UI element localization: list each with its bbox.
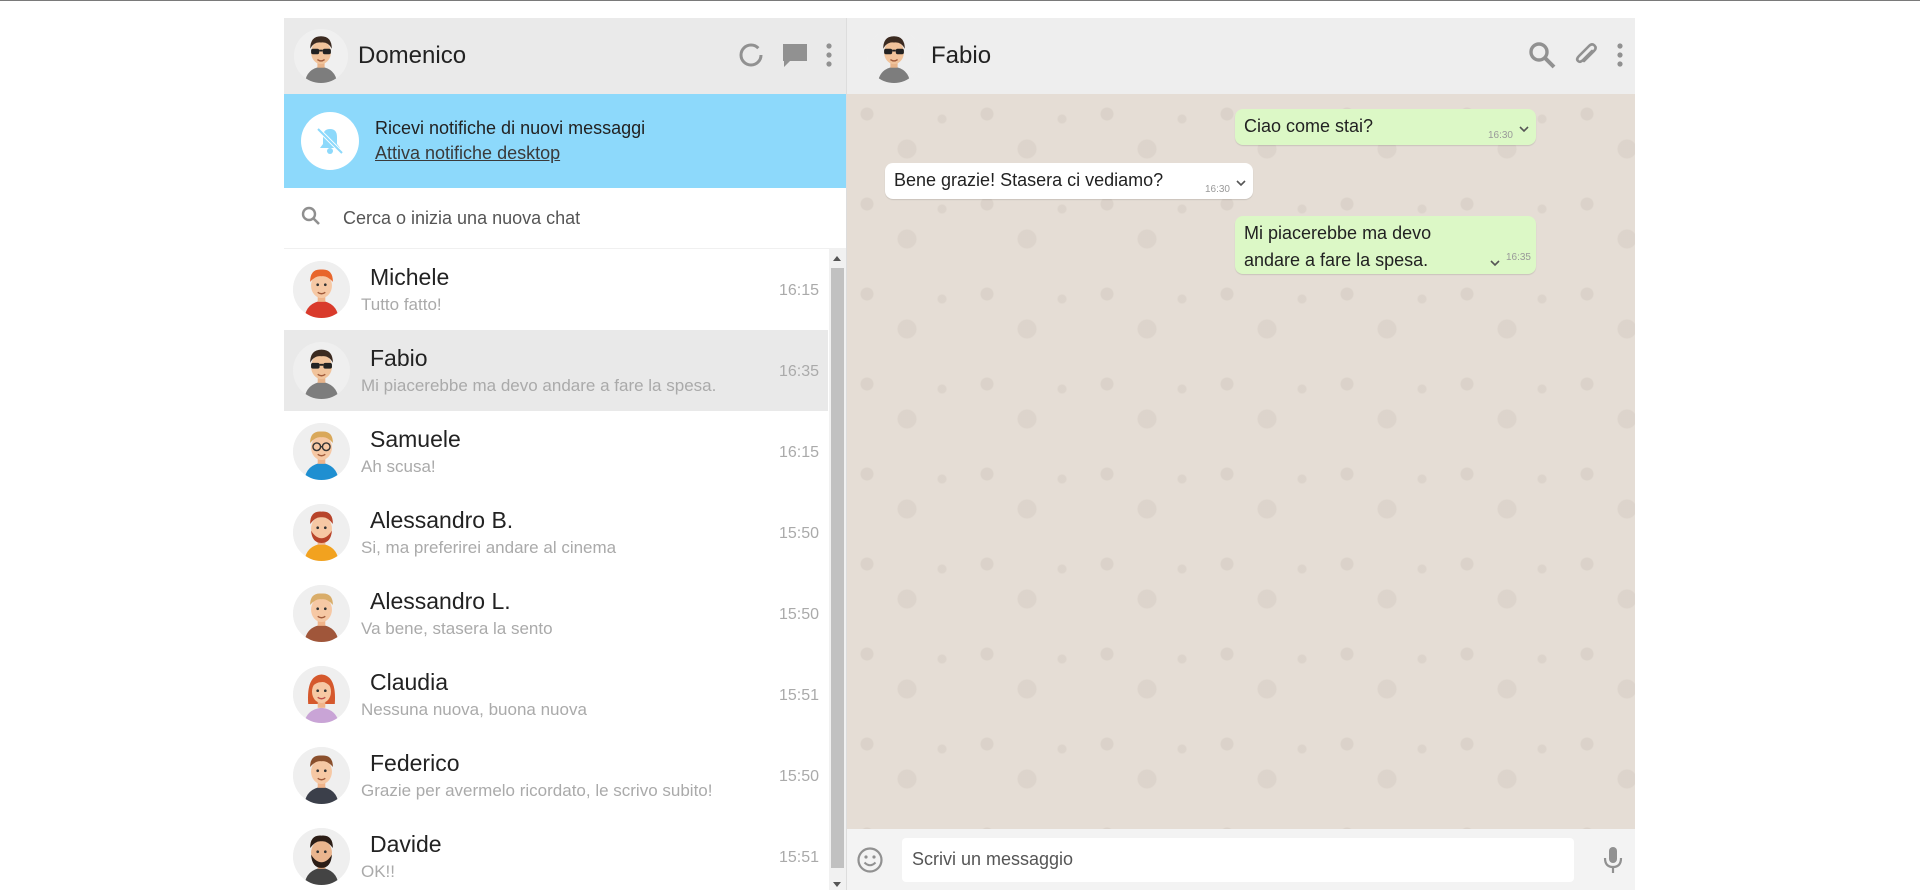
message-preview: Va bene, stasera la sento (361, 619, 553, 638)
user-name: Domenico (358, 42, 467, 69)
message-text: Bene grazie! Stasera ci vediamo? (894, 170, 1164, 190)
chat-list-item[interactable]: Michele Tutto fatto! 16:15 (284, 249, 828, 330)
menu-icon[interactable] (824, 40, 834, 70)
search-icon[interactable] (301, 206, 321, 231)
chevron-down-icon[interactable] (1234, 176, 1248, 190)
message-bubble-received[interactable]: Bene grazie! Stasera ci vediamo? 16:30 (885, 163, 1253, 199)
contact-avatar (293, 585, 350, 642)
contact-avatar (293, 342, 350, 399)
message-area: Ciao come stai? 16:30 Bene grazie! Stase… (847, 94, 1635, 829)
contact-name: Michele (370, 264, 450, 290)
emoji-icon[interactable] (855, 845, 885, 875)
contact-avatar (293, 828, 350, 885)
message-preview: Mi piacerebbe ma devo andare a fare la s… (361, 376, 717, 395)
chat-list-item[interactable]: Claudia Nessuna nuova, buona nuova 15:51 (284, 654, 828, 735)
chat-list-pane: Domenico Ricevi notifiche di nuovi messa… (284, 18, 847, 890)
message-composer (847, 829, 1635, 890)
message-preview: Tutto fatto! (361, 295, 442, 314)
contact-name: Claudia (370, 669, 448, 695)
message-preview: Nessuna nuova, buona nuova (361, 700, 587, 719)
chat-list-item[interactable]: Federico Grazie per avermelo ricordato, … (284, 735, 828, 816)
message-time: 15:51 (778, 849, 819, 866)
chat-list-item[interactable]: Davide OK!! 15:51 (284, 816, 828, 890)
message-text: Mi piacerebbe ma devo andare a fare la s… (1244, 223, 1432, 270)
message-time: 16:35 (778, 363, 819, 380)
scroll-up-arrow[interactable] (833, 256, 841, 261)
message-time: 16:15 (778, 282, 819, 299)
message-time: 15:50 (778, 768, 819, 785)
enable-notifications-link[interactable]: Attiva notifiche desktop (375, 141, 560, 166)
message-bubble-sent[interactable]: Mi piacerebbe ma devo andare a fare la s… (1235, 216, 1536, 274)
chevron-down-icon[interactable] (1517, 122, 1531, 136)
message-time: 16:30 (1487, 130, 1513, 141)
chat-list-item[interactable]: Alessandro B. Si, ma preferirei andare a… (284, 492, 828, 573)
top-border (0, 0, 1920, 1)
contact-name: Alessandro B. (370, 507, 514, 533)
search-icon[interactable] (1527, 40, 1557, 70)
message-time: 15:51 (778, 687, 819, 704)
message-time: 16:35 (1505, 252, 1531, 263)
menu-icon[interactable] (1615, 40, 1625, 70)
attach-icon[interactable] (1571, 40, 1601, 70)
scroll-down-arrow[interactable] (833, 882, 841, 887)
scrollbar-thumb[interactable] (831, 268, 844, 868)
chat-title[interactable]: Fabio (931, 42, 991, 70)
contact-name: Samuele (370, 426, 461, 452)
user-header: Domenico (284, 18, 846, 94)
search-input[interactable] (341, 206, 815, 230)
message-preview: Grazie per avermelo ricordato, le scrivo… (361, 781, 713, 800)
chat-list-item[interactable]: Samuele Ah scusa! 16:15 (284, 411, 828, 492)
message-bubble-sent[interactable]: Ciao come stai? 16:30 (1235, 109, 1536, 145)
chevron-down-icon[interactable] (1488, 256, 1502, 270)
chat-list: Michele Tutto fatto! 16:15 Fabio Mi piac… (284, 249, 828, 890)
contact-name: Davide (370, 831, 442, 857)
message-time: 16:30 (1204, 184, 1230, 195)
bell-off-icon (301, 112, 359, 170)
message-time: 15:50 (778, 525, 819, 542)
message-preview: Si, ma preferirei andare al cinema (361, 538, 617, 557)
message-input[interactable] (902, 837, 1574, 882)
notification-title: Ricevi notifiche di nuovi messaggi (375, 118, 646, 138)
new-chat-icon[interactable] (780, 40, 810, 70)
message-time: 16:15 (778, 444, 819, 461)
user-avatar[interactable] (294, 29, 348, 83)
microphone-icon[interactable] (1601, 844, 1625, 876)
message-time: 15:50 (778, 606, 819, 623)
search-bar (284, 188, 846, 249)
contact-avatar (293, 504, 350, 561)
contact-avatar (293, 666, 350, 723)
contact-name: Alessandro L. (370, 588, 511, 614)
message-preview: OK!! (361, 862, 396, 881)
chat-list-scrollbar[interactable] (829, 249, 846, 890)
whatsapp-app: Domenico Ricevi notifiche di nuovi messa… (284, 18, 1635, 890)
conversation-pane: Fabio Ciao come stai? 16:30 Bene grazie!… (847, 18, 1635, 890)
notification-banner: Ricevi notifiche di nuovi messaggi Attiv… (284, 94, 846, 188)
contact-avatar (293, 747, 350, 804)
contact-name: Fabio (370, 345, 428, 371)
chat-list-item-active[interactable]: Fabio Mi piacerebbe ma devo andare a far… (284, 330, 828, 411)
conversation-header: Fabio (847, 18, 1635, 94)
contact-avatar (293, 261, 350, 318)
chat-list-item[interactable]: Alessandro L. Va bene, stasera la sento … (284, 573, 828, 654)
contact-avatar (293, 423, 350, 480)
chat-avatar[interactable] (867, 29, 921, 83)
contact-name: Federico (370, 750, 460, 776)
message-text: Ciao come stai? (1244, 116, 1374, 136)
message-preview: Ah scusa! (361, 457, 436, 476)
status-icon[interactable] (736, 40, 766, 70)
